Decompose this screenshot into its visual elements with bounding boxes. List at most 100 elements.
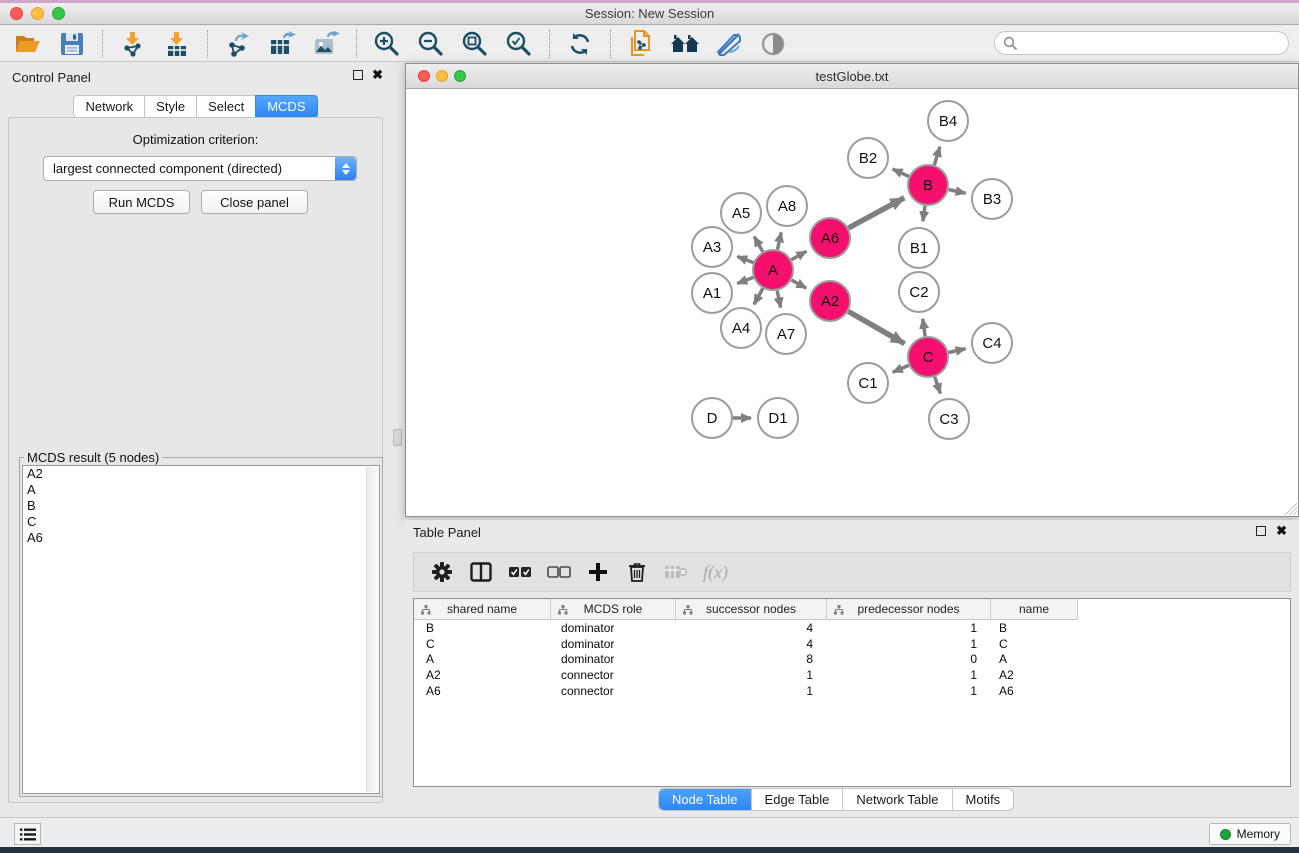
hide-labels-icon[interactable] — [714, 29, 744, 59]
mcds-result-item[interactable]: A — [23, 482, 379, 498]
graph-node-A8[interactable]: A8 — [767, 186, 807, 226]
table-cell[interactable]: connector — [551, 683, 676, 699]
graph-node-D[interactable]: D — [692, 398, 732, 438]
table-cell[interactable]: A2 — [991, 667, 1078, 683]
tab-select[interactable]: Select — [196, 95, 255, 118]
close-panel-icon[interactable]: ✖ — [1276, 526, 1287, 536]
table-cell[interactable]: A — [414, 651, 551, 667]
tab-node-table[interactable]: Node Table — [659, 789, 752, 810]
graph-node-A7[interactable]: A7 — [766, 314, 806, 354]
table-cell[interactable]: connector — [551, 667, 676, 683]
column-header-successor-nodes[interactable]: successor nodes — [676, 599, 827, 620]
graph-edge-A-A5[interactable] — [754, 237, 763, 252]
table-row[interactable]: Bdominator41B — [414, 620, 1290, 636]
import-network-icon[interactable] — [118, 29, 148, 59]
deselect-all-icon[interactable] — [545, 558, 573, 586]
graph-node-A[interactable]: A — [753, 250, 793, 290]
graph-node-A5[interactable]: A5 — [721, 193, 761, 233]
zoom-out-icon[interactable] — [416, 29, 446, 59]
graph-edge-C-C1[interactable] — [893, 365, 909, 372]
graph-edge-A-A6[interactable] — [791, 251, 806, 260]
graph-node-B3[interactable]: B3 — [972, 179, 1012, 219]
table-settings-gear-icon[interactable] — [428, 558, 456, 586]
graph-edge-A-A1[interactable] — [737, 277, 753, 283]
zoom-fit-icon[interactable] — [460, 29, 490, 59]
mcds-result-scrollbar[interactable] — [366, 467, 379, 792]
table-cell[interactable]: dominator — [551, 651, 676, 667]
graph-edge-A-A4[interactable] — [754, 288, 763, 304]
function-builder-icon[interactable]: f(x) — [703, 562, 728, 583]
graph-edge-C-C4[interactable] — [949, 349, 966, 353]
open-session-icon[interactable] — [13, 29, 43, 59]
graph-node-B[interactable]: B — [908, 165, 948, 205]
graph-node-C2[interactable]: C2 — [899, 272, 939, 312]
close-panel-icon[interactable]: ✖ — [372, 70, 383, 80]
graph-edge-C-C3[interactable] — [935, 377, 941, 394]
export-network-icon[interactable] — [223, 29, 253, 59]
graph-edge-C-C2[interactable] — [923, 319, 925, 336]
memory-button[interactable]: Memory — [1209, 823, 1291, 845]
graph-node-C1[interactable]: C1 — [848, 363, 888, 403]
table-cell[interactable]: 1 — [676, 667, 827, 683]
graph-edge-A-A3[interactable] — [737, 257, 753, 263]
graph-node-C[interactable]: C — [908, 337, 948, 377]
table-cell[interactable]: 1 — [827, 636, 991, 652]
task-history-button[interactable] — [14, 823, 41, 845]
network-canvas[interactable]: B4B2BB3B1A5A8A6A3AA1A2C2A4A7C4CC1C3DD1 — [406, 89, 1298, 516]
criterion-dropdown[interactable]: largest connected component (directed) — [43, 156, 357, 181]
delete-table-icon[interactable] — [662, 558, 690, 586]
graph-edge-B-B4[interactable] — [934, 147, 940, 165]
graph-node-B2[interactable]: B2 — [848, 138, 888, 178]
table-cell[interactable]: B — [991, 620, 1078, 636]
table-cell[interactable]: dominator — [551, 620, 676, 636]
graph-edge-A-A2[interactable] — [791, 280, 806, 288]
home-icon[interactable] — [670, 29, 700, 59]
mcds-result-item[interactable]: A6 — [23, 530, 379, 546]
close-panel-button[interactable]: Close panel — [201, 190, 308, 214]
graph-node-A1[interactable]: A1 — [692, 273, 732, 313]
tab-network[interactable]: Network — [73, 95, 144, 118]
column-header-name[interactable]: name — [991, 599, 1078, 620]
new-network-view-icon[interactable] — [626, 29, 656, 59]
graph-edge-A-A8[interactable] — [777, 232, 781, 249]
table-cell[interactable]: 8 — [676, 651, 827, 667]
table-cell[interactable]: 4 — [676, 620, 827, 636]
show-hide-panel-icon[interactable] — [758, 29, 788, 59]
graph-node-B1[interactable]: B1 — [899, 228, 939, 268]
table-cell[interactable]: 4 — [676, 636, 827, 652]
table-row[interactable]: Cdominator41C — [414, 636, 1290, 652]
tab-mcds[interactable]: MCDS — [255, 95, 317, 118]
mcds-result-item[interactable]: A2 — [23, 466, 379, 482]
graph-node-C3[interactable]: C3 — [929, 399, 969, 439]
tab-motifs[interactable]: Motifs — [953, 789, 1014, 810]
mcds-result-item[interactable]: B — [23, 498, 379, 514]
table-cell[interactable]: A2 — [414, 667, 551, 683]
add-column-icon[interactable] — [584, 558, 612, 586]
table-cell[interactable]: B — [414, 620, 551, 636]
graph-node-A2[interactable]: A2 — [810, 281, 850, 321]
graph-edge-B-B1[interactable] — [923, 206, 925, 221]
column-visibility-icon[interactable] — [467, 558, 495, 586]
refresh-layout-icon[interactable] — [565, 29, 595, 59]
mcds-result-item[interactable]: C — [23, 514, 379, 530]
tab-network-table[interactable]: Network Table — [843, 789, 952, 810]
select-all-icon[interactable] — [506, 558, 534, 586]
table-cell[interactable]: C — [414, 636, 551, 652]
column-header-predecessor-nodes[interactable]: predecessor nodes — [827, 599, 991, 620]
export-image-icon[interactable] — [311, 29, 341, 59]
import-table-icon[interactable] — [162, 29, 192, 59]
table-cell[interactable]: dominator — [551, 636, 676, 652]
graph-edge-A6-B[interactable] — [848, 198, 904, 228]
table-cell[interactable]: 1 — [676, 683, 827, 699]
table-cell[interactable]: 1 — [827, 667, 991, 683]
table-cell[interactable]: A6 — [414, 683, 551, 699]
table-cell[interactable]: A — [991, 651, 1078, 667]
zoom-in-icon[interactable] — [372, 29, 402, 59]
graph-node-A3[interactable]: A3 — [692, 227, 732, 267]
graph-edge-A2-C[interactable] — [848, 311, 904, 343]
column-header-MCDS-role[interactable]: MCDS role — [551, 599, 676, 620]
run-mcds-button[interactable]: Run MCDS — [93, 190, 190, 214]
save-session-icon[interactable] — [57, 29, 87, 59]
column-header-shared-name[interactable]: shared name — [414, 599, 551, 620]
table-cell[interactable]: C — [991, 636, 1078, 652]
